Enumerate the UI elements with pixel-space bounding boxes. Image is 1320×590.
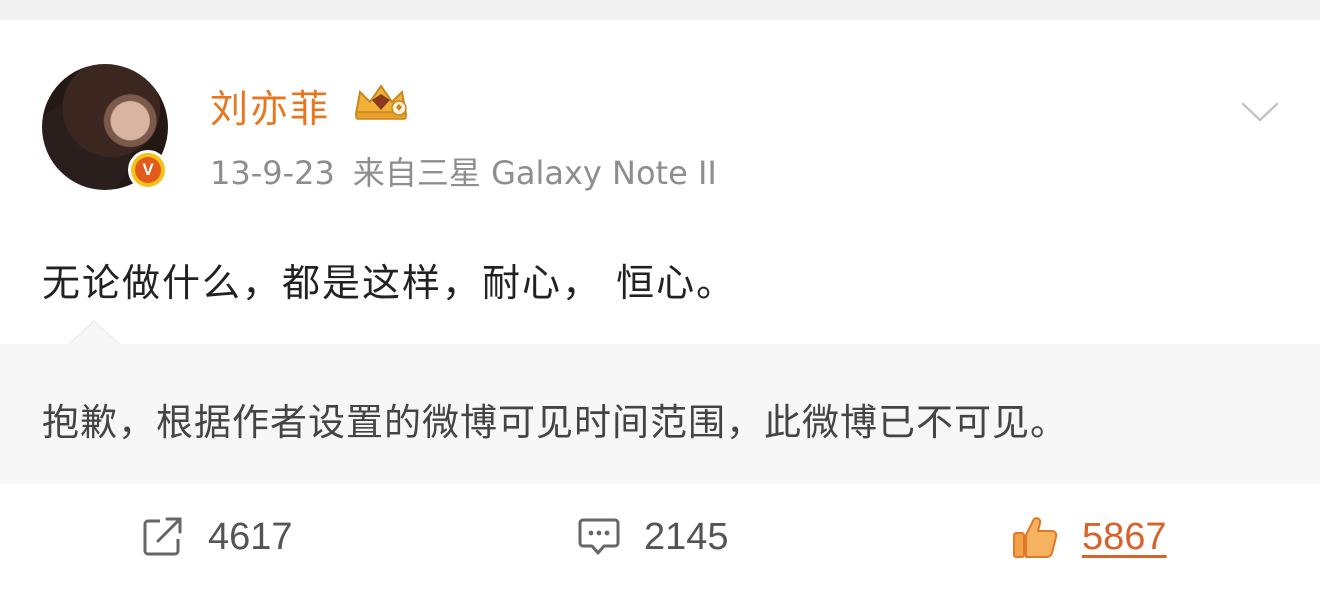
repost-button[interactable]: 4617 (142, 514, 293, 560)
post-date: 13-9-23 (210, 154, 335, 192)
post-card: V 刘亦菲 13-9-23 来自三星 Galaxy Note II 无论做什么，都… (0, 20, 1320, 590)
comment-button[interactable]: 2145 (578, 514, 729, 560)
post-source: 来自三星 Galaxy Note II (352, 154, 717, 192)
username[interactable]: 刘亦菲 (210, 78, 330, 133)
thumbs-up-icon (1013, 517, 1058, 558)
repost-count: 4617 (208, 515, 293, 558)
share-arrow-icon (143, 517, 182, 556)
post-meta: 13-9-23 来自三星 Galaxy Note II (210, 148, 717, 194)
verified-badge-letter: V (135, 157, 161, 183)
comment-count: 2145 (644, 515, 729, 558)
action-bar: 4617 2145 5867 (0, 484, 1320, 590)
like-button[interactable]: 5867 (1012, 514, 1167, 560)
notice-pointer (70, 322, 118, 344)
comment-bubble-icon (578, 518, 620, 555)
chevron-down-icon[interactable] (1240, 100, 1280, 124)
weibo-post-page: V 刘亦菲 13-9-23 来自三星 Galaxy Note II 无论做什么，都… (0, 0, 1320, 590)
post-text: 无论做什么，都是这样，耐心， 恒心。 (42, 261, 737, 305)
repost-notice[interactable]: 抱歉，根据作者设置的微博可见时间范围，此微博已不可见。 (0, 320, 1320, 484)
like-count: 5867 (1082, 515, 1167, 558)
notice-text: 抱歉，根据作者设置的微博可见时间范围，此微博已不可见。 (42, 401, 1068, 444)
crown-member-icon[interactable] (352, 80, 410, 122)
verified-badge-icon: V (128, 150, 168, 190)
